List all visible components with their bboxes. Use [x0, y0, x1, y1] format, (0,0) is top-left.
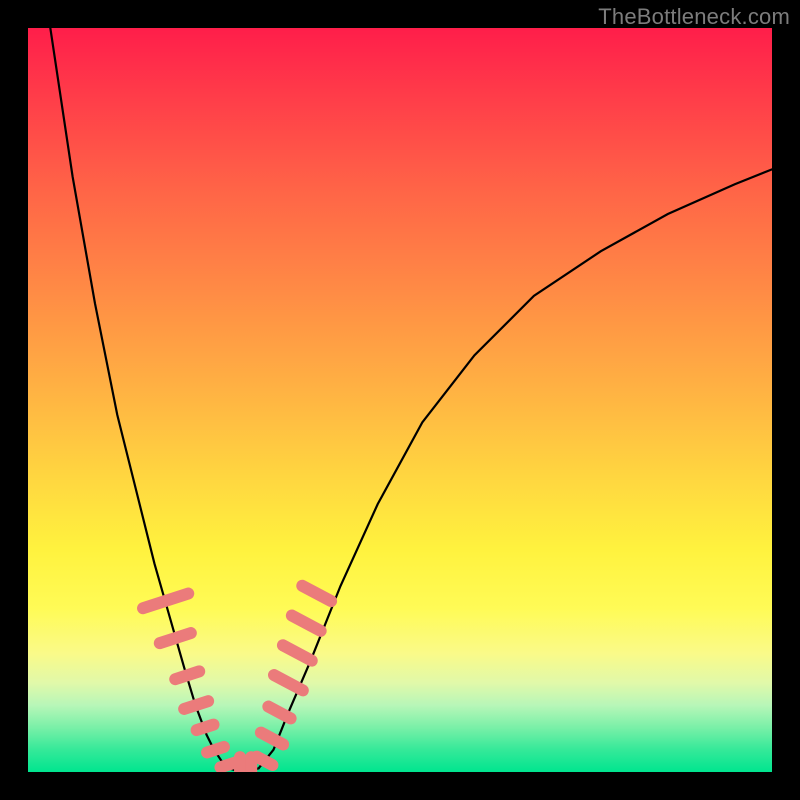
marker-beads-group [135, 578, 339, 772]
marker-bead [152, 625, 198, 650]
marker-bead [294, 578, 339, 610]
plot-area [28, 28, 772, 772]
marker-bead [177, 694, 216, 717]
marker-bead [135, 586, 195, 616]
watermark-text: TheBottleneck.com [598, 4, 790, 30]
curve-right-branch [259, 169, 772, 768]
marker-bead [266, 667, 311, 699]
bottleneck-curve-svg [28, 28, 772, 772]
marker-bead [168, 664, 207, 687]
curve-left-branch [50, 28, 229, 768]
marker-bead [199, 739, 231, 760]
marker-bead [253, 724, 291, 752]
marker-bead [284, 607, 329, 639]
marker-bead [189, 717, 221, 738]
marker-bead [234, 751, 246, 772]
